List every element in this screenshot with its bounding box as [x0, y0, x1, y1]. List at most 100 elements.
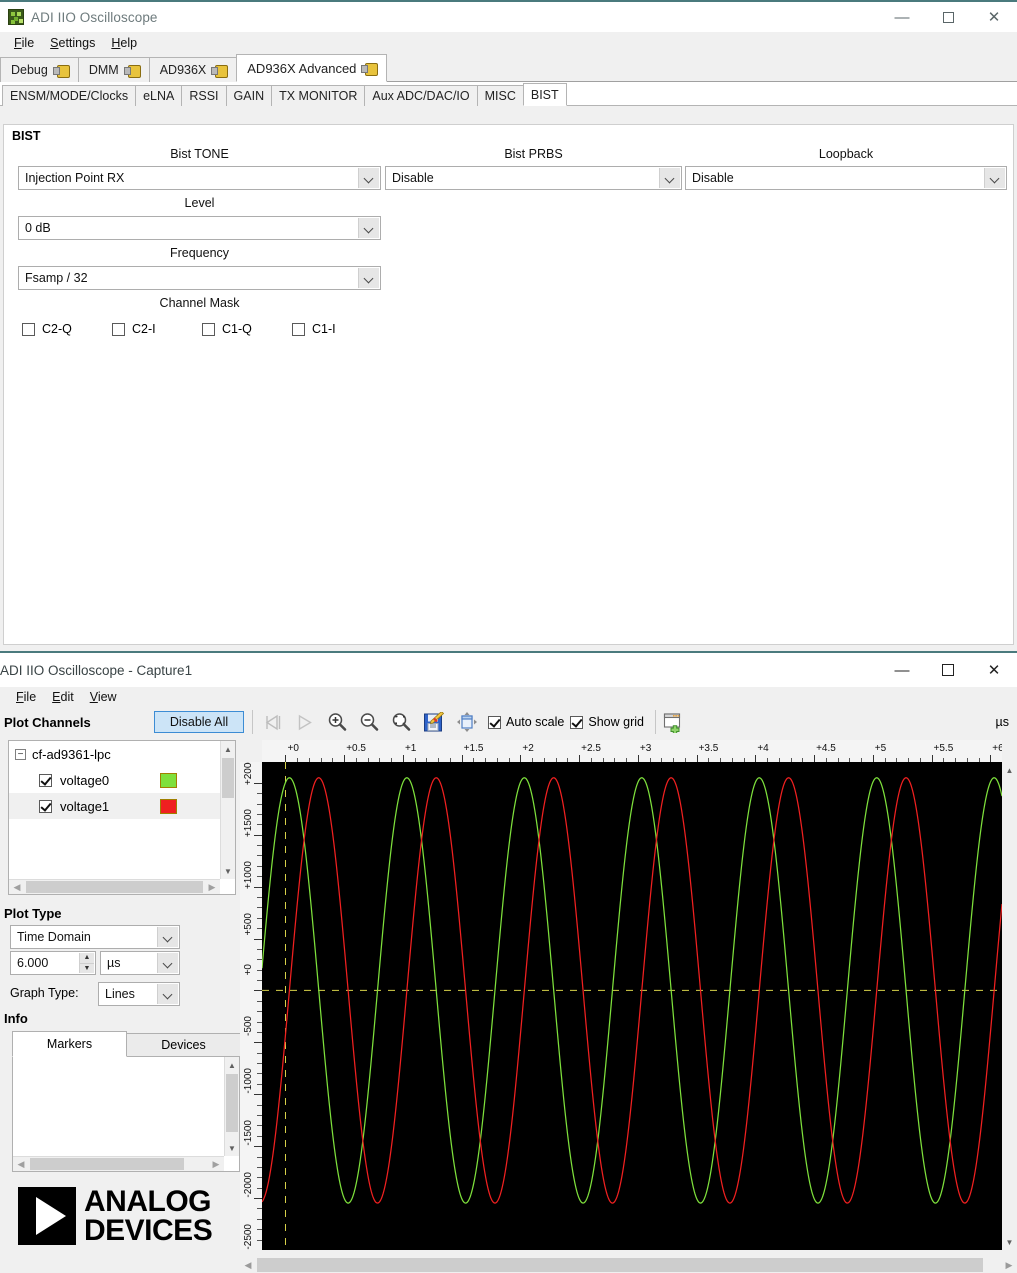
bist-prbs-select[interactable]: Disable: [385, 166, 682, 190]
minimize-button[interactable]: —: [879, 2, 925, 32]
tab-dmm[interactable]: DMM: [77, 57, 150, 82]
scroll-down-icon[interactable]: ▼: [225, 1140, 239, 1156]
channel-mask-c2q[interactable]: C2-Q: [22, 322, 112, 336]
tab-ad936x[interactable]: AD936X: [148, 57, 238, 82]
adi-triangle-icon: [18, 1187, 76, 1245]
frequency-select[interactable]: Fsamp / 32: [18, 266, 381, 290]
channel-mask-c2i[interactable]: C2-I: [112, 322, 202, 336]
channel-mask-c1i[interactable]: C1-I: [292, 322, 382, 336]
scrollbar-thumb[interactable]: [30, 1158, 184, 1170]
subtab-elna[interactable]: eLNA: [135, 85, 183, 106]
scrollbar-thumb[interactable]: [226, 1074, 238, 1132]
checkbox-icon[interactable]: [22, 322, 35, 336]
scroll-right-icon[interactable]: ▶: [208, 1157, 224, 1171]
chevron-down-icon[interactable]: [358, 268, 379, 288]
spinner-down-icon[interactable]: ▼: [80, 964, 94, 974]
chevron-down-icon[interactable]: [358, 168, 379, 188]
fullscreen-toggle-icon[interactable]: [454, 709, 480, 735]
scroll-left-icon[interactable]: ◀: [240, 1257, 256, 1273]
checkbox-icon[interactable]: [39, 773, 52, 787]
plot-domain-select[interactable]: Time Domain: [10, 925, 180, 949]
scrollbar-thumb[interactable]: [257, 1258, 983, 1272]
sample-count-input[interactable]: 6.000 ▲ ▼: [10, 951, 96, 975]
maximize-button[interactable]: [925, 653, 971, 687]
menu-settings[interactable]: Settings: [42, 34, 103, 52]
checkbox-icon[interactable]: [112, 322, 125, 336]
sample-unit-select[interactable]: µs: [100, 951, 180, 975]
subtab-aux-adc-dac-io[interactable]: Aux ADC/DAC/IO: [364, 85, 478, 106]
color-swatch-voltage1[interactable]: [160, 798, 177, 814]
scroll-up-icon[interactable]: ▲: [1002, 762, 1017, 778]
chevron-down-icon[interactable]: [157, 927, 178, 947]
subtab-ensm-mode-clocks[interactable]: ENSM/MODE/Clocks: [2, 85, 137, 106]
zoom-in-icon[interactable]: [324, 709, 350, 735]
scroll-down-icon[interactable]: ▼: [1002, 1234, 1017, 1250]
checkbox-icon[interactable]: [202, 322, 215, 336]
subtab-tx-monitor[interactable]: TX MONITOR: [271, 85, 366, 106]
checkbox-icon[interactable]: [570, 715, 584, 729]
scrollbar-thumb[interactable]: [26, 881, 203, 893]
zoom-out-icon[interactable]: [356, 709, 382, 735]
x-tick-label: +3.5: [698, 743, 719, 754]
scrollbar-thumb[interactable]: [222, 758, 234, 798]
scroll-up-icon[interactable]: ▲: [221, 741, 235, 757]
close-button[interactable]: ✕: [971, 2, 1017, 32]
checkbox-icon[interactable]: [39, 799, 52, 813]
subtab-rssi[interactable]: RSSI: [181, 85, 227, 106]
checkbox-icon[interactable]: [488, 715, 501, 729]
plug-icon: [52, 64, 70, 78]
play-icon[interactable]: [292, 709, 318, 735]
auto-scale-checkbox[interactable]: Auto scale: [488, 715, 564, 729]
spinner-buttons[interactable]: ▲ ▼: [79, 953, 94, 973]
color-swatch-voltage0[interactable]: [160, 772, 177, 788]
step-forward-icon[interactable]: [260, 709, 286, 735]
minimize-button[interactable]: —: [879, 653, 925, 687]
chevron-down-icon[interactable]: [358, 218, 379, 238]
menu-help-label: elp: [120, 36, 138, 50]
scroll-right-icon[interactable]: ▶: [1001, 1257, 1017, 1273]
tree-vertical-scrollbar[interactable]: ▲ ▼: [220, 741, 235, 879]
tab-devices[interactable]: Devices: [126, 1033, 241, 1057]
channel-mask-c1q[interactable]: C1-Q: [202, 322, 292, 336]
scroll-up-icon[interactable]: ▲: [225, 1057, 239, 1073]
scroll-right-icon[interactable]: ▶: [204, 880, 220, 894]
zoom-fit-icon[interactable]: [388, 709, 414, 735]
tab-ad936x-advanced[interactable]: AD936X Advanced: [236, 54, 388, 82]
loopback-select[interactable]: Disable: [685, 166, 1007, 190]
tree-item-voltage0[interactable]: voltage0: [9, 767, 235, 793]
scroll-left-icon[interactable]: ◀: [13, 1157, 29, 1171]
show-grid-checkbox[interactable]: Show grid: [570, 715, 644, 729]
info-horizontal-scrollbar[interactable]: ◀ ▶: [13, 1156, 224, 1171]
plot-canvas[interactable]: [262, 762, 1002, 1250]
tab-debug[interactable]: Debug: [0, 57, 79, 82]
checkbox-icon[interactable]: [292, 322, 305, 336]
tree-item-voltage1[interactable]: voltage1: [9, 793, 235, 819]
spinner-up-icon[interactable]: ▲: [80, 953, 94, 964]
graph-type-select[interactable]: Lines: [98, 982, 180, 1006]
new-plot-icon[interactable]: [661, 709, 687, 735]
scroll-left-icon[interactable]: ◀: [9, 880, 25, 894]
info-vertical-scrollbar[interactable]: ▲ ▼: [224, 1057, 239, 1156]
menu-file[interactable]: File: [6, 34, 42, 52]
subtab-bist[interactable]: BIST: [522, 83, 567, 106]
plot-vertical-scrollbar[interactable]: ▲ ▼: [1002, 762, 1017, 1250]
plot-horizontal-scrollbar[interactable]: ◀ ▶: [240, 1257, 1017, 1273]
bist-tone-select[interactable]: Injection Point RX: [18, 166, 381, 190]
chevron-down-icon[interactable]: [984, 168, 1005, 188]
chevron-down-icon[interactable]: [157, 984, 178, 1004]
tree-root-row[interactable]: − cf-ad9361-lpc: [9, 741, 235, 767]
sub-tab-strip: ENSM/MODE/Clocks eLNA RSSI GAIN TX MONIT…: [0, 82, 1017, 106]
collapse-icon[interactable]: −: [15, 748, 26, 760]
save-plot-icon[interactable]: [420, 709, 446, 735]
tree-horizontal-scrollbar[interactable]: ◀ ▶: [9, 879, 220, 894]
level-select[interactable]: 0 dB: [18, 216, 381, 240]
maximize-button[interactable]: [925, 2, 971, 32]
chevron-down-icon[interactable]: [659, 168, 680, 188]
tab-markers[interactable]: Markers: [12, 1031, 127, 1057]
chevron-down-icon[interactable]: [157, 953, 178, 973]
menu-help[interactable]: Help: [103, 34, 145, 52]
subtab-gain[interactable]: GAIN: [225, 85, 273, 106]
close-button[interactable]: ✕: [971, 653, 1017, 687]
subtab-misc[interactable]: MISC: [476, 85, 524, 106]
scroll-down-icon[interactable]: ▼: [221, 863, 235, 879]
